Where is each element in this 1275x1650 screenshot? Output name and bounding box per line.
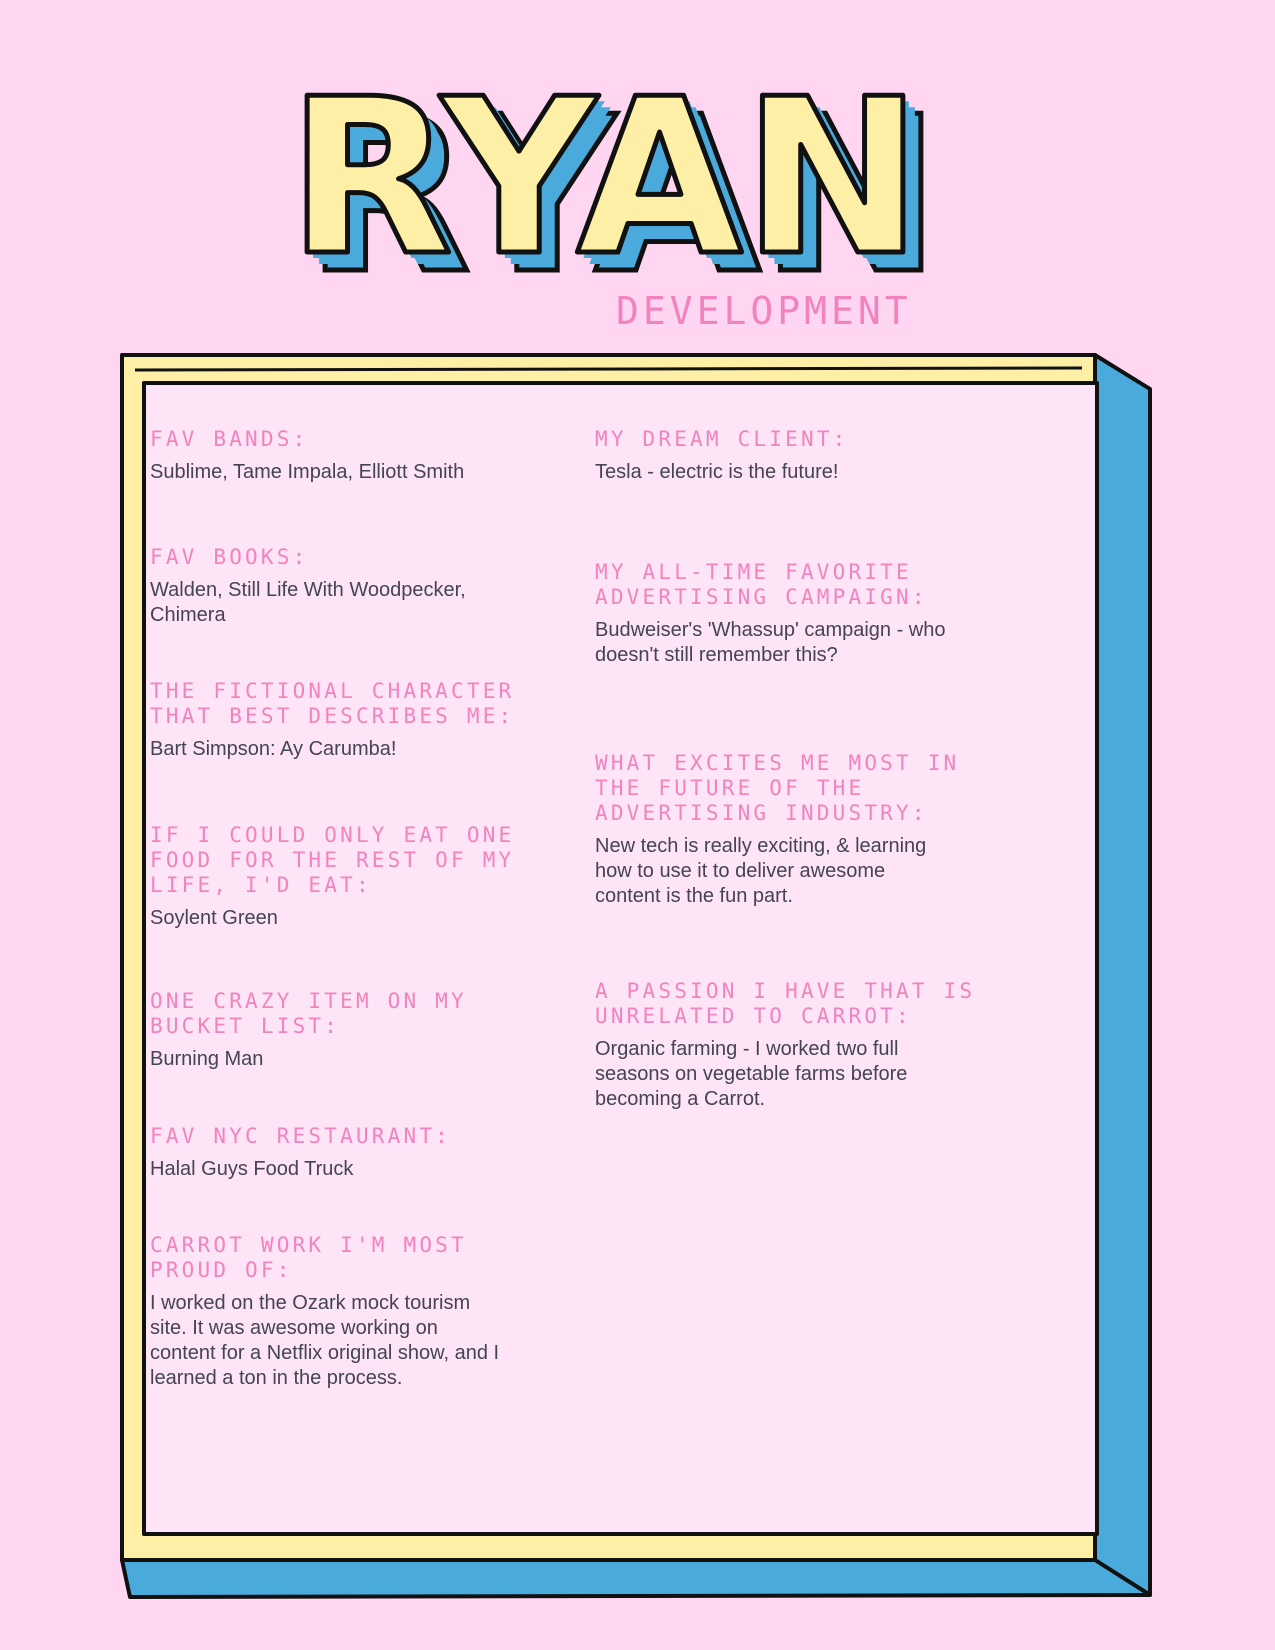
qa-fav-bands: FAV BANDS: Sublime, Tame Impala, Elliott… bbox=[150, 427, 580, 485]
answer-text: Halal Guys Food Truck bbox=[150, 1158, 354, 1180]
answer-text: Soylent Green bbox=[150, 907, 278, 929]
qa-dream-client: MY DREAM CLIENT: Tesla - electric is the… bbox=[595, 427, 995, 485]
qa-carrot-work: CARROT WORK I'M MOST PROUD OF: I worked … bbox=[150, 1233, 580, 1391]
answer-text: Tesla - electric is the future! bbox=[595, 461, 839, 483]
qa-one-food: IF I COULD ONLY EAT ONE FOOD FOR THE RES… bbox=[150, 823, 580, 931]
question-label: ONE CRAZY ITEM ON MY BUCKET LIST: bbox=[150, 989, 467, 1038]
answer-text: Organic farming - I worked two full seas… bbox=[595, 1038, 908, 1110]
question-label: A PASSION I HAVE THAT IS UNRELATED TO CA… bbox=[595, 979, 976, 1028]
frame-side-bottom bbox=[120, 1558, 1152, 1599]
question-label: MY DREAM CLIENT: bbox=[595, 427, 849, 451]
frame-inner-edge bbox=[134, 366, 1083, 372]
question-label: WHAT EXCITES ME MOST IN THE FUTURE OF TH… bbox=[595, 751, 960, 825]
answer-text: Bart Simpson: Ay Carumba! bbox=[150, 738, 397, 760]
profile-content: FAV BANDS: Sublime, Tame Impala, Elliott… bbox=[150, 395, 1090, 1515]
qa-favorite-campaign: MY ALL-TIME FAVORITE ADVERTISING CAMPAIG… bbox=[595, 560, 995, 668]
question-label: THE FICTIONAL CHARACTER THAT BEST DESCRI… bbox=[150, 679, 515, 728]
frame-side-right bbox=[1093, 353, 1152, 1597]
answer-text: Walden, Still Life With Woodpecker, Chim… bbox=[150, 579, 466, 626]
qa-passion: A PASSION I HAVE THAT IS UNRELATED TO CA… bbox=[595, 979, 995, 1112]
question-label: FAV BANDS: bbox=[150, 427, 309, 451]
question-label: IF I COULD ONLY EAT ONE FOOD FOR THE RES… bbox=[150, 823, 515, 897]
qa-fictional-character: THE FICTIONAL CHARACTER THAT BEST DESCRI… bbox=[150, 679, 580, 762]
answer-text: New tech is really exciting, & learning … bbox=[595, 835, 927, 907]
answer-text: Burning Man bbox=[150, 1048, 264, 1070]
qa-fav-restaurant: FAV NYC RESTAURANT: Halal Guys Food Truc… bbox=[150, 1124, 580, 1182]
qa-fav-books: FAV BOOKS: Walden, Still Life With Woodp… bbox=[150, 545, 580, 628]
qa-future-excitement: WHAT EXCITES ME MOST IN THE FUTURE OF TH… bbox=[595, 751, 995, 909]
question-label: FAV NYC RESTAURANT: bbox=[150, 1124, 452, 1148]
question-label: FAV BOOKS: bbox=[150, 545, 309, 569]
question-label: MY ALL-TIME FAVORITE ADVERTISING CAMPAIG… bbox=[595, 560, 928, 609]
answer-text: I worked on the Ozark mock tourism site.… bbox=[150, 1292, 500, 1389]
question-label: CARROT WORK I'M MOST PROUD OF: bbox=[150, 1233, 467, 1282]
qa-bucket-list: ONE CRAZY ITEM ON MY BUCKET LIST: Burnin… bbox=[150, 989, 580, 1072]
answer-text: Budweiser's 'Whassup' campaign - who doe… bbox=[595, 619, 946, 666]
answer-text: Sublime, Tame Impala, Elliott Smith bbox=[150, 461, 465, 483]
